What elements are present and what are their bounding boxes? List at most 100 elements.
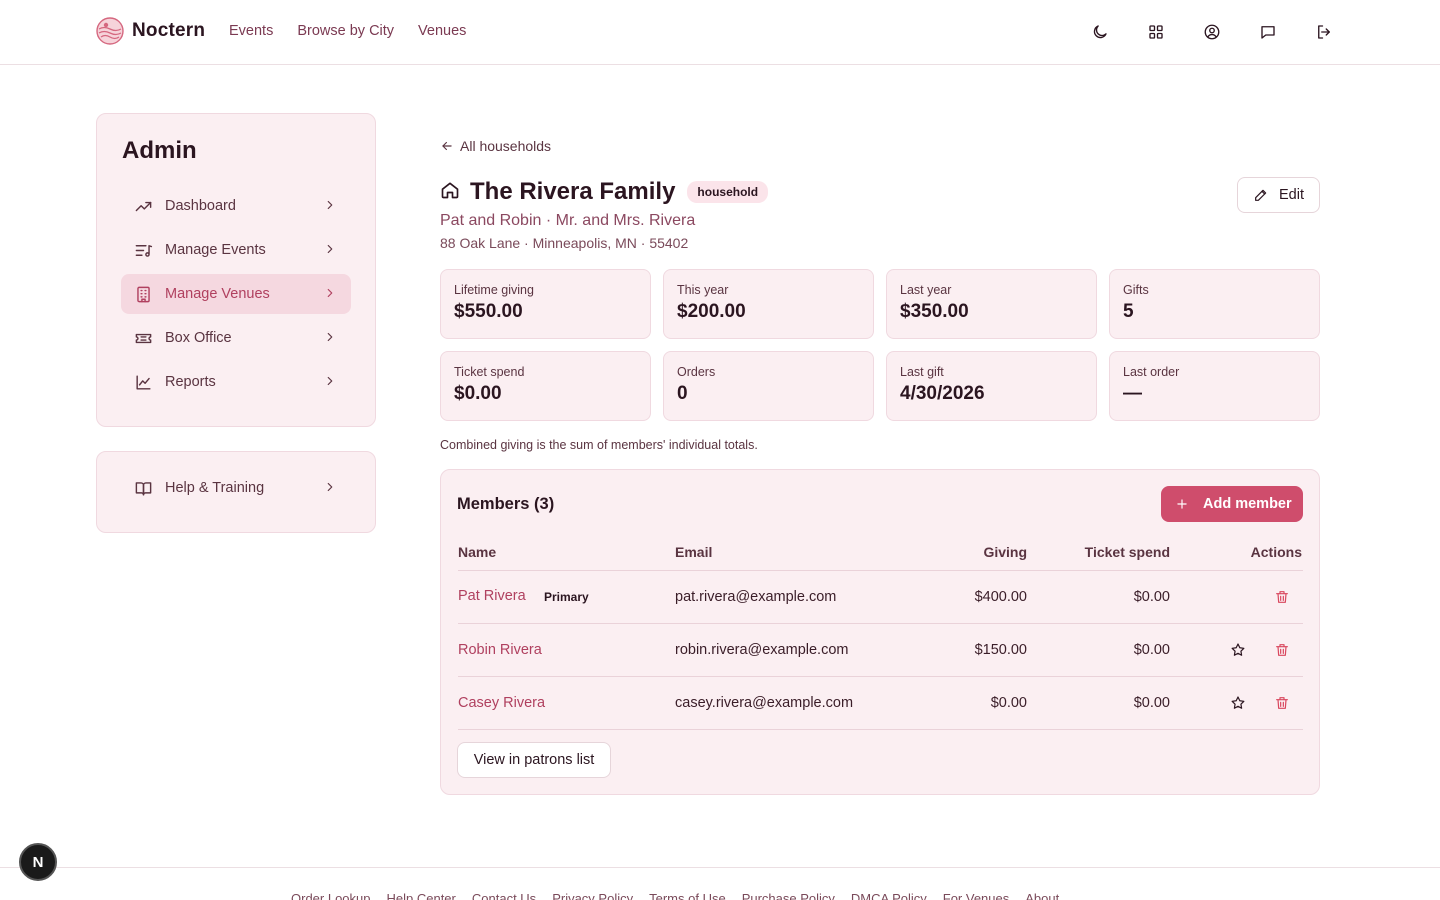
trending-up-icon — [133, 196, 153, 216]
sidebar-item-manage-events[interactable]: Manage Events — [121, 230, 351, 270]
brand-name: Noctern — [132, 20, 206, 41]
brand[interactable]: Noctern — [96, 17, 205, 45]
stat-value: 0 — [677, 383, 688, 404]
member-ticket-spend: $0.00 — [1133, 589, 1170, 605]
sidebar-title: Admin — [122, 137, 197, 164]
dev-badge-letter: N — [32, 853, 44, 871]
footer-link-purchase-policy[interactable]: Purchase Policy — [742, 891, 835, 900]
add-member-button[interactable]: Add member — [1161, 486, 1303, 522]
sidebar-item-reports[interactable]: Reports — [121, 362, 351, 402]
trash-icon[interactable] — [1273, 588, 1291, 606]
footer-link-order-lookup[interactable]: Order Lookup — [291, 891, 371, 900]
footer-divider — [0, 867, 1440, 868]
sidebar-item-dashboard[interactable]: Dashboard — [121, 186, 351, 226]
view-in-patrons-list-label: View in patrons list — [473, 752, 595, 768]
log-out-icon[interactable] — [1312, 20, 1336, 44]
member-giving: $400.00 — [974, 589, 1027, 605]
back-to-households-link[interactable]: All households — [440, 138, 551, 154]
apps-grid-icon[interactable] — [1144, 20, 1168, 44]
table-divider — [458, 729, 1303, 730]
stat-value: 5 — [1123, 301, 1134, 322]
footer-link-help-center[interactable]: Help Center — [387, 891, 456, 900]
member-email: pat.rivera@example.com — [675, 589, 837, 605]
stat-value: $350.00 — [900, 301, 969, 322]
page-title: The Rivera Family — [470, 178, 676, 205]
sidebar-item-label: Manage Venues — [165, 286, 270, 302]
stat-value: 4/30/2026 — [900, 383, 985, 404]
household-type-badge: household — [687, 181, 769, 203]
stat-label: Last order — [1123, 365, 1180, 379]
chevron-right-icon — [323, 286, 339, 302]
dev-tools-badge[interactable]: N — [19, 843, 57, 881]
back-link-label: All households — [460, 138, 552, 154]
nav-link-venues[interactable]: Venues — [418, 23, 466, 39]
building-icon — [133, 284, 153, 304]
footer-link-dmca-policy[interactable]: DMCA Policy — [851, 891, 927, 900]
table-divider — [458, 570, 1303, 571]
message-square-icon[interactable] — [1256, 20, 1280, 44]
sidebar-item-label: Manage Events — [165, 242, 266, 258]
star-icon[interactable] — [1229, 694, 1247, 712]
add-member-label: Add member — [1203, 496, 1292, 512]
stat-gifts: Gifts 5 — [1109, 269, 1320, 339]
edit-button[interactable]: Edit — [1237, 177, 1320, 213]
view-in-patrons-list-button[interactable]: View in patrons list — [457, 742, 611, 778]
stat-value: $550.00 — [454, 301, 523, 322]
stat-label: Last gift — [900, 365, 944, 379]
trash-icon[interactable] — [1273, 641, 1291, 659]
stat-label: Ticket spend — [454, 365, 525, 379]
stat-label: This year — [677, 283, 729, 297]
admin-sidebar: Admin Dashboard Manage Events Manage Ven… — [96, 113, 376, 427]
moon-icon[interactable] — [1088, 20, 1112, 44]
stat-value: $0.00 — [454, 383, 502, 404]
member-ticket-spend: $0.00 — [1133, 642, 1170, 658]
nav-link-browse-by-city[interactable]: Browse by City — [297, 23, 394, 39]
user-circle-icon[interactable] — [1200, 20, 1224, 44]
member-name-link[interactable]: Casey Rivera — [458, 695, 545, 711]
sidebar-item-label: Box Office — [165, 330, 232, 346]
stat-lifetime-giving: Lifetime giving $550.00 — [440, 269, 651, 339]
sidebar-item-help-training[interactable]: Help & Training — [121, 468, 351, 508]
chevron-right-icon — [323, 480, 339, 496]
stat-last-gift: Last gift 4/30/2026 — [886, 351, 1097, 421]
stat-label: Last year — [900, 283, 952, 297]
member-giving: $150.00 — [974, 642, 1027, 658]
stat-orders: Orders 0 — [663, 351, 874, 421]
line-chart-icon — [133, 372, 153, 392]
home-icon — [440, 180, 460, 205]
column-header-email: Email — [675, 544, 713, 560]
footer-link-about[interactable]: About — [1025, 891, 1059, 900]
brand-logo-icon — [96, 17, 124, 45]
column-header-name: Name — [458, 544, 497, 560]
table-divider — [458, 623, 1303, 624]
member-name-link[interactable]: Robin Rivera — [458, 642, 542, 658]
footer-link-for-venues[interactable]: For Venues — [943, 891, 1010, 900]
star-icon[interactable] — [1229, 641, 1247, 659]
chevron-right-icon — [323, 374, 339, 390]
footer-link-privacy-policy[interactable]: Privacy Policy — [552, 891, 633, 900]
main-nav: Events Browse by City Venues — [229, 23, 466, 39]
nav-link-events[interactable]: Events — [229, 23, 273, 39]
member-name-link[interactable]: Pat Rivera — [458, 588, 526, 604]
column-header-giving: Giving — [983, 544, 1027, 560]
sidebar-item-manage-venues[interactable]: Manage Venues — [121, 274, 351, 314]
footer-link-terms-of-use[interactable]: Terms of Use — [649, 891, 726, 900]
edit-button-label: Edit — [1279, 187, 1304, 203]
household-salutation: Pat and Robin · Mr. and Mrs. Rivera — [440, 212, 696, 229]
sidebar-item-label: Help & Training — [165, 480, 265, 496]
top-nav: Noctern Events Browse by City Venues — [0, 0, 1440, 65]
column-header-ticket-spend: Ticket spend — [1084, 544, 1170, 560]
trash-icon[interactable] — [1273, 694, 1291, 712]
stat-value: — — [1123, 383, 1142, 404]
sidebar-item-label: Reports — [165, 374, 216, 390]
members-title: Members (3) — [457, 495, 555, 513]
stat-label: Orders — [677, 365, 716, 379]
book-open-icon — [133, 478, 153, 498]
sidebar-item-box-office[interactable]: Box Office — [121, 318, 351, 358]
stat-label: Lifetime giving — [454, 283, 534, 297]
footer-link-contact-us[interactable]: Contact Us — [472, 891, 536, 900]
table-divider — [458, 676, 1303, 677]
stat-ticket-spend: Ticket spend $0.00 — [440, 351, 651, 421]
arrow-left-icon — [442, 141, 452, 151]
stat-value: $200.00 — [677, 301, 746, 322]
